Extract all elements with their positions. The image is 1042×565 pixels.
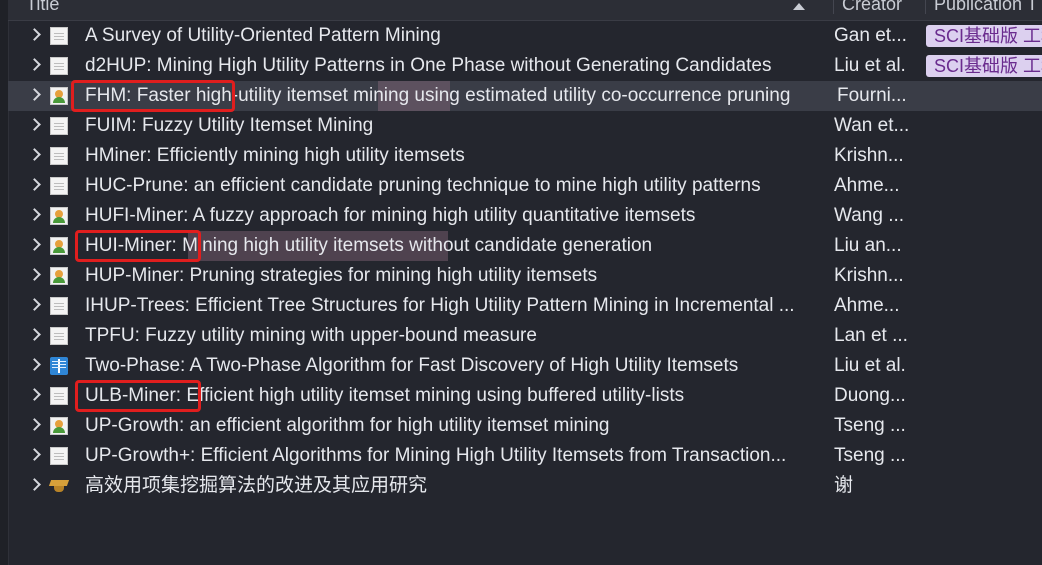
chevron-right-icon[interactable] (28, 448, 41, 461)
chevron-right-icon[interactable] (28, 178, 41, 191)
chevron-right-icon[interactable] (28, 28, 41, 41)
item-title: HUFI-Miner: A fuzzy approach for mining … (85, 205, 696, 226)
chevron-right-icon[interactable] (28, 208, 41, 221)
chevron-right-icon[interactable] (28, 88, 41, 101)
document-icon (50, 27, 68, 45)
sort-ascending-icon[interactable] (793, 3, 805, 10)
item-title: 高效用项集挖掘算法的改进及其应用研究 (85, 475, 428, 496)
table-row[interactable]: UP-Growth: an efficient algorithm for hi… (8, 411, 1042, 441)
item-rows: A Survey of Utility-Oriented Pattern Min… (8, 21, 1042, 501)
item-creator: Fourni... (837, 85, 907, 106)
person-document-icon (50, 417, 68, 435)
table-row-selected[interactable]: FHM: Faster high-utility itemset mining … (8, 80, 1042, 112)
chevron-right-icon[interactable] (28, 388, 41, 401)
item-creator: Krishn... (834, 145, 904, 166)
thesis-cap-icon (48, 477, 70, 495)
table-row[interactable]: ULB-Miner: Efficient high utility itemse… (8, 380, 1042, 412)
table-row[interactable]: HUI-Miner: Mining high utility itemsets … (8, 230, 1042, 262)
item-creator: Tseng ... (834, 445, 906, 466)
table-row[interactable]: HMiner: Efficiently mining high utility … (8, 141, 1042, 171)
item-creator: Krishn... (834, 265, 904, 286)
document-icon (50, 117, 68, 135)
item-creator: Ahme... (834, 175, 900, 196)
chevron-right-icon[interactable] (28, 238, 41, 251)
item-creator: Lan et ... (834, 325, 908, 346)
chevron-right-icon[interactable] (28, 478, 41, 491)
table-row[interactable]: Two-Phase: A Two-Phase Algorithm for Fas… (8, 351, 1042, 381)
table-row[interactable]: FUIM: Fuzzy Utility Itemset Mining Wan e… (8, 111, 1042, 141)
item-list-pane: Title Creator Publication T A Survey of … (0, 0, 1042, 565)
annotation-box (71, 80, 235, 112)
item-title: HUC-Prune: an efficient candidate prunin… (85, 175, 761, 196)
book-icon (50, 357, 68, 375)
table-row[interactable]: HUC-Prune: an efficient candidate prunin… (8, 171, 1042, 201)
person-document-icon (50, 87, 68, 105)
document-icon (50, 447, 68, 465)
item-title: FUIM: Fuzzy Utility Itemset Mining (85, 115, 374, 136)
table-row[interactable]: TPFU: Fuzzy utility mining with upper-bo… (8, 321, 1042, 351)
document-icon (50, 327, 68, 345)
person-document-icon (50, 237, 68, 255)
table-row[interactable]: A Survey of Utility-Oriented Pattern Min… (8, 21, 1042, 51)
document-icon (50, 387, 68, 405)
publication-tag: SCI基础版 工程 (926, 55, 1042, 77)
item-creator: Liu an... (834, 235, 902, 256)
table-row[interactable]: IHUP-Trees: Efficient Tree Structures fo… (8, 291, 1042, 321)
table-row[interactable]: HUFI-Miner: A fuzzy approach for mining … (8, 201, 1042, 231)
item-title: TPFU: Fuzzy utility mining with upper-bo… (85, 325, 537, 346)
item-title: HUP-Miner: Pruning strategies for mining… (85, 265, 598, 286)
chevron-right-icon[interactable] (28, 328, 41, 341)
table-row[interactable]: HUP-Miner: Pruning strategies for mining… (8, 261, 1042, 291)
item-creator: Wang ... (834, 205, 905, 226)
chevron-right-icon[interactable] (28, 268, 41, 281)
item-title: IHUP-Trees: Efficient Tree Structures fo… (85, 295, 795, 316)
document-icon (50, 177, 68, 195)
publication-tag: SCI基础版 工程 (926, 25, 1042, 47)
person-document-icon (50, 267, 68, 285)
item-title: A Survey of Utility-Oriented Pattern Min… (85, 25, 441, 46)
chevron-right-icon[interactable] (28, 358, 41, 371)
chevron-right-icon[interactable] (28, 148, 41, 161)
document-icon (50, 57, 68, 75)
column-publication-header[interactable]: Publication T (925, 0, 1042, 14)
chevron-right-icon[interactable] (28, 118, 41, 131)
table-row[interactable]: UP-Growth+: Efficient Algorithms for Min… (8, 441, 1042, 471)
item-creator: Gan et... (834, 25, 907, 46)
item-title: UP-Growth+: Efficient Algorithms for Min… (85, 445, 787, 466)
item-title: d2HUP: Mining High Utility Patterns in O… (85, 55, 772, 76)
chevron-right-icon[interactable] (28, 58, 41, 71)
item-creator: Tseng ... (834, 415, 906, 436)
annotation-box (75, 380, 201, 412)
column-creator-header[interactable]: Creator (833, 0, 932, 14)
column-title-header[interactable]: Title (26, 0, 796, 14)
document-icon (50, 147, 68, 165)
annotation-box (75, 230, 201, 262)
item-title: HMiner: Efficiently mining high utility … (85, 145, 465, 166)
item-creator: Liu et al. (834, 355, 906, 376)
column-header: Title Creator Publication T (8, 0, 1042, 21)
table-row[interactable]: d2HUP: Mining High Utility Patterns in O… (8, 51, 1042, 81)
item-title: UP-Growth: an efficient algorithm for hi… (85, 415, 610, 436)
document-icon (50, 297, 68, 315)
item-title: Two-Phase: A Two-Phase Algorithm for Fas… (85, 355, 739, 376)
person-document-icon (50, 207, 68, 225)
chevron-right-icon[interactable] (28, 418, 41, 431)
table-row[interactable]: 高效用项集挖掘算法的改进及其应用研究 谢 (8, 471, 1042, 501)
chevron-right-icon[interactable] (28, 298, 41, 311)
item-creator: Wan et... (834, 115, 910, 136)
item-creator: 谢 (834, 475, 854, 496)
item-creator: Duong... (834, 385, 906, 406)
item-creator: Liu et al. (834, 55, 906, 76)
item-creator: Ahme... (834, 295, 900, 316)
